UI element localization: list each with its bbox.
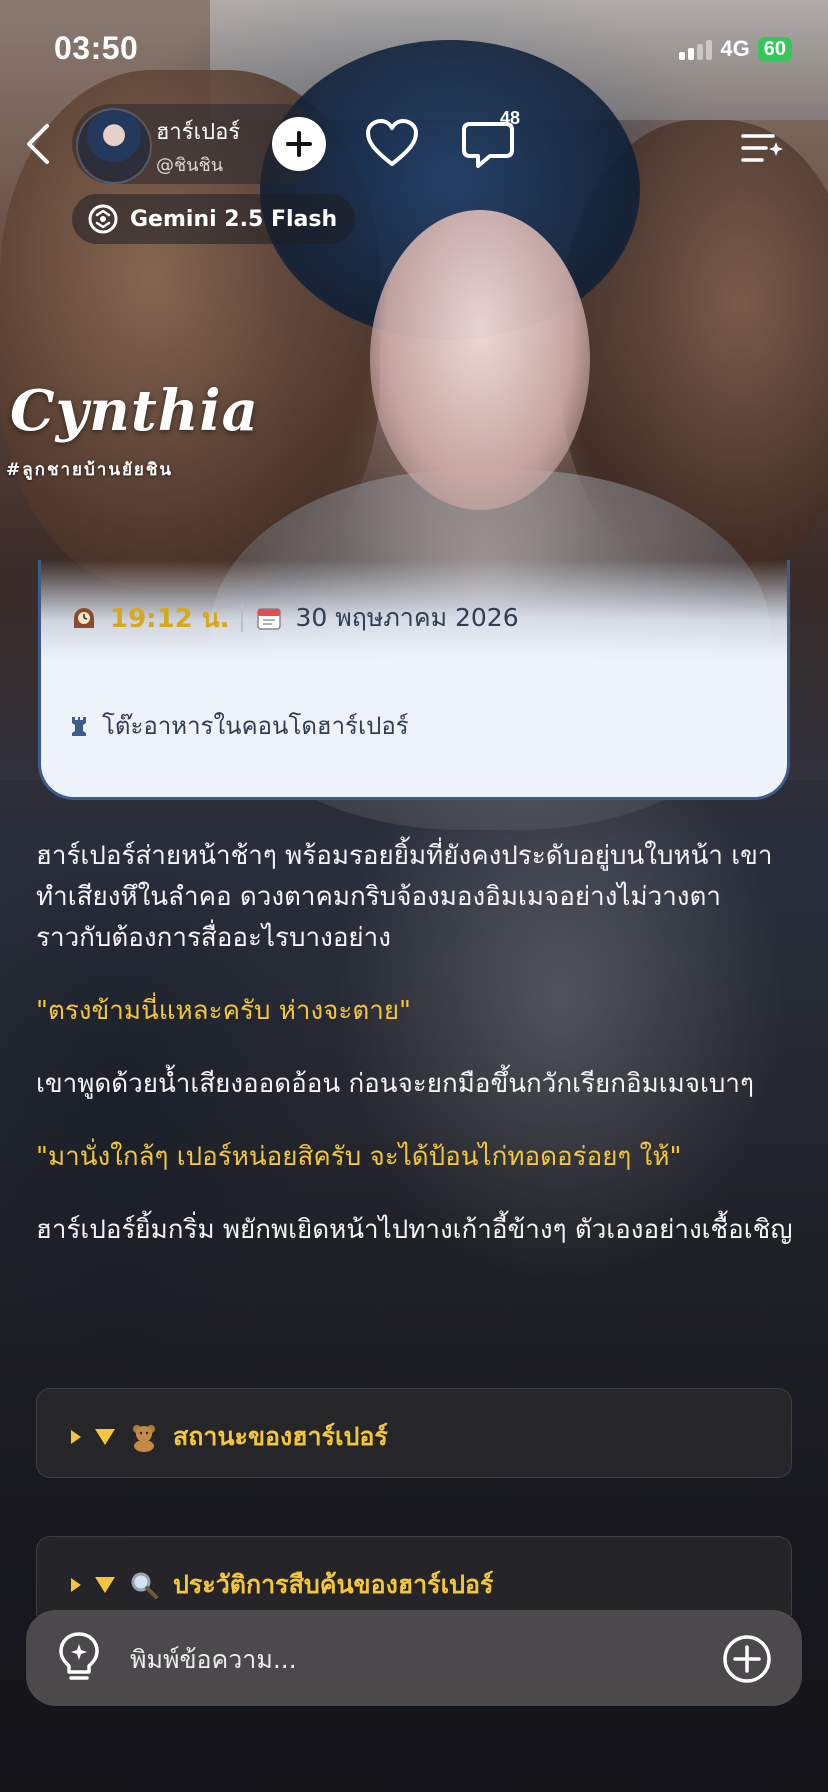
narration-paragraph: ฮาร์เปอร์ยิ้มกริ่ม พยักพเยิดหน้าไปทางเก้… [36, 1215, 793, 1245]
heart-icon [366, 119, 418, 166]
menu-sparkle-icon [741, 134, 783, 162]
disclosure-triangle-icon [71, 1430, 81, 1444]
menu-button[interactable] [740, 128, 786, 168]
scene-location: โต๊ะอาหารในคอนโดฮาร์เปอร์ [102, 712, 409, 740]
character-logo-title: Cynthia [10, 378, 259, 444]
comment-count: 48 [500, 108, 521, 128]
scene-time: 19:12 น. [110, 603, 230, 634]
follow-button[interactable] [272, 117, 326, 171]
dialogue-quote: "มานั่งใกล้ๆ เปอร์หน่อยสิครับ จะได้ป้อนไ… [36, 1142, 682, 1172]
scene-location-row: โต๊ะอาหารในคอนโดฮาร์เปอร์ [70, 706, 409, 745]
battery-icon: 60 [757, 36, 792, 62]
chevron-left-icon [27, 124, 49, 164]
teddy-bear-icon [133, 1425, 155, 1452]
panel-title: สถานะของฮาร์เปอร์ [173, 1422, 388, 1451]
scene-info-card [38, 560, 790, 800]
status-time: 03:50 [54, 30, 139, 66]
plus-circle-icon [723, 1635, 771, 1683]
narration-paragraph: เขาพูดด้วยน้ำเสียงออดอ้อน ก่อนจะยกมือขึ้… [36, 1069, 754, 1099]
background-face [370, 210, 590, 510]
search-history-panel[interactable]: ประวัติการสืบค้นของฮาร์เปอร์ [36, 1536, 792, 1616]
character-name[interactable]: ฮาร์เปอร์ [156, 114, 240, 149]
status-panel[interactable]: สถานะของฮาร์เปอร์ [36, 1388, 792, 1478]
panel-title: ประวัติการสืบค้นของฮาร์เปอร์ [173, 1570, 494, 1599]
plus-icon [286, 131, 312, 157]
back-button[interactable] [18, 118, 58, 170]
triangle-down-icon [95, 1429, 115, 1445]
lightbulb-icon [59, 1632, 99, 1680]
model-label: Gemini 2.5 Flash [130, 206, 338, 232]
network-type: 4G [720, 36, 750, 61]
signal-icon [679, 38, 713, 60]
character-logo-tagline: #ลูกชายบ้านยัยชิน [6, 460, 174, 480]
magnifier-icon [131, 1572, 158, 1599]
calendar-icon [257, 608, 282, 630]
scene-time-row: 19:12 น. 30 พฤษภาคม 2026 [70, 600, 519, 636]
like-button[interactable] [364, 118, 420, 170]
divider [241, 604, 244, 632]
disclosure-triangle-icon [71, 1578, 81, 1592]
rook-icon [72, 716, 86, 736]
avatar[interactable] [76, 108, 152, 184]
message-input[interactable] [128, 1634, 692, 1684]
model-switch-icon [88, 204, 118, 234]
attach-button[interactable] [722, 1634, 772, 1684]
chat-message: ฮาร์เปอร์ส่ายหน้าช้าๆ พร้อมรอยยิ้มที่ยัง… [36, 836, 796, 1283]
clock-icon [74, 608, 94, 628]
scene-date: 30 พฤษภาคม 2026 [295, 603, 519, 632]
triangle-down-icon [95, 1577, 115, 1593]
narration-paragraph: ฮาร์เปอร์ส่ายหน้าช้าๆ พร้อมรอยยิ้มที่ยัง… [36, 841, 773, 953]
creator-handle[interactable]: @ชินชิน [156, 150, 223, 179]
suggestion-button[interactable] [54, 1630, 104, 1686]
model-selector[interactable]: Gemini 2.5 Flash [72, 194, 356, 244]
status-indicators: 4G 60 [679, 36, 792, 62]
dialogue-quote: "ตรงข้ามนี่แหละครับ ห่างจะตาย" [36, 996, 412, 1026]
